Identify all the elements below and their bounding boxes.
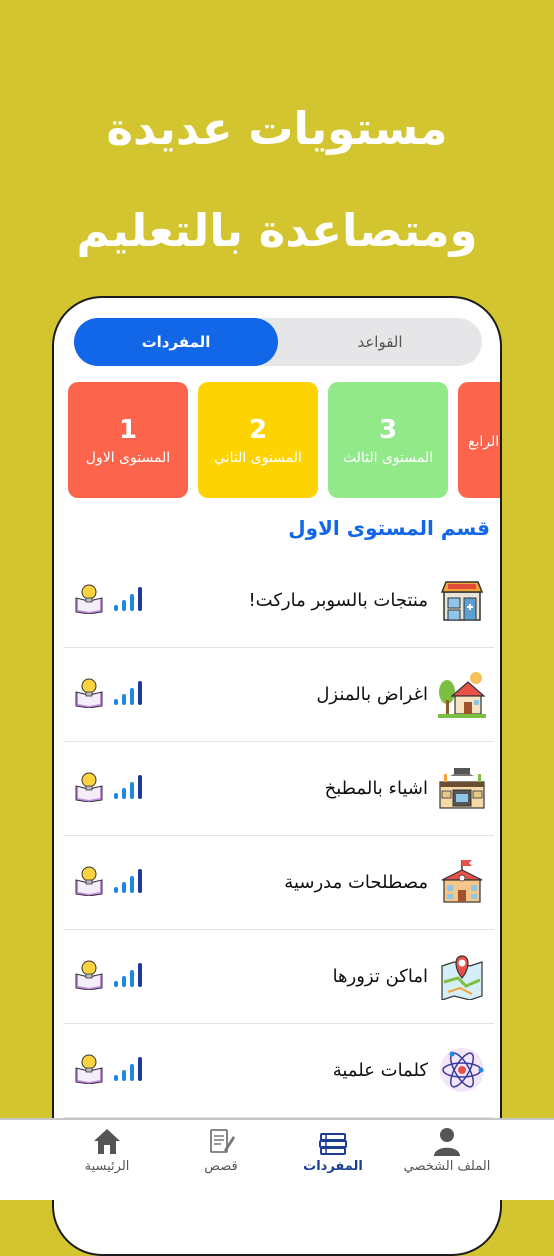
signal-strength-icon	[114, 1057, 142, 1081]
item-title: اماكن تزورها	[332, 966, 428, 987]
headline: مستويات عديدة ومتصاعدة بالتعليم	[0, 78, 554, 282]
tab-vocabulary[interactable]: المفردات	[74, 318, 278, 366]
item-title: مصطلحات مدرسية	[284, 872, 428, 893]
item-title: اشياء بالمطبخ	[324, 778, 428, 799]
lightbulb-book-icon	[75, 772, 103, 802]
list-item[interactable]: اشياء بالمطبخ	[64, 742, 494, 836]
lightbulb-book-icon	[75, 960, 103, 990]
level-label: المستوى الثالث	[342, 450, 434, 466]
signal-strength-icon	[114, 963, 142, 987]
signal-strength-icon	[114, 775, 142, 799]
level-label: المستوى الاول	[85, 450, 171, 466]
level-card-2[interactable]: 2 المستوى الثاني	[198, 382, 318, 498]
list-item[interactable]: كلمات علمية	[64, 1024, 494, 1118]
item-title: اغراض بالمنزل	[316, 684, 428, 705]
bottom-navigation: الملف الشخصي المفردات قصص الرئيسية	[0, 1118, 554, 1200]
lightbulb-book-icon	[75, 584, 103, 614]
map-pin-icon	[441, 955, 483, 1000]
list-item[interactable]: مصطلحات مدرسية	[64, 836, 494, 930]
nav-vocabulary-label: المفردات	[303, 1159, 363, 1174]
lightbulb-book-icon	[75, 678, 103, 708]
document-pen-icon	[210, 1129, 235, 1153]
nav-stories-label: قصص	[204, 1159, 238, 1174]
atom-icon	[440, 1048, 484, 1092]
section-title: قسم المستوى الاول	[288, 516, 490, 540]
signal-strength-icon	[114, 869, 142, 893]
phone-frame: المفردات القواعد 1 المستوى الاول 2 المست…	[52, 296, 502, 1256]
lightbulb-book-icon	[75, 1054, 103, 1084]
level-label: الرابع	[468, 434, 500, 450]
list-item[interactable]: اغراض بالمنزل	[64, 648, 494, 742]
school-icon	[441, 860, 483, 903]
level-number: 1	[118, 415, 138, 445]
supermarket-icon	[440, 581, 484, 621]
lightbulb-book-icon	[75, 866, 103, 896]
level-number: 3	[378, 415, 398, 445]
lesson-list: منتجات بالسوبر ماركت! اغراض بالمنزل اشيا…	[64, 554, 494, 1118]
headline-line-2: ومتصاعدة بالتعليم	[76, 204, 478, 257]
level-card-1[interactable]: 1 المستوى الاول	[68, 382, 188, 498]
house-icon	[438, 672, 486, 718]
nav-home-label: الرئيسية	[84, 1159, 130, 1174]
person-icon	[434, 1128, 460, 1156]
home-icon	[94, 1129, 120, 1154]
list-item[interactable]: منتجات بالسوبر ماركت!	[64, 554, 494, 648]
tab-grammar[interactable]: القواعد	[278, 318, 482, 366]
nav-profile-label: الملف الشخصي	[403, 1159, 491, 1174]
item-title: منتجات بالسوبر ماركت!	[248, 590, 428, 611]
signal-strength-icon	[114, 681, 142, 705]
nav-home[interactable]: الرئيسية	[38, 1120, 176, 1200]
books-icon	[319, 1133, 347, 1155]
signal-strength-icon	[114, 587, 142, 611]
list-item[interactable]: اماكن تزورها	[64, 930, 494, 1024]
item-title: كلمات علمية	[332, 1060, 428, 1081]
level-label: المستوى الثاني	[214, 450, 302, 466]
kitchen-icon	[439, 768, 485, 809]
levels-carousel: 1 المستوى الاول 2 المستوى الثاني 3 المست…	[54, 382, 500, 500]
segmented-control: المفردات القواعد	[74, 318, 482, 366]
level-number: 2	[248, 415, 268, 445]
level-card-3[interactable]: 3 المستوى الثالث	[328, 382, 448, 498]
level-card-4[interactable]: الرابع	[458, 382, 500, 498]
headline-line-1: مستويات عديدة	[106, 102, 448, 155]
